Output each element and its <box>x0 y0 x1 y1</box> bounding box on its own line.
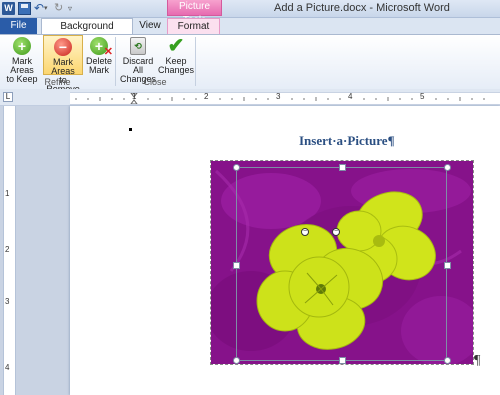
window-title: Add a Picture.docx - Microsoft Word <box>274 2 450 14</box>
button-label-line1: Mark Areas <box>10 56 34 75</box>
paragraph-mark-bullet <box>129 128 132 131</box>
resize-handle-bottom-left[interactable] <box>233 357 240 364</box>
remove-mark-icon[interactable]: − <box>332 228 340 236</box>
keep-changes-button[interactable]: ✔ Keep Changes <box>158 35 194 75</box>
minus-icon: − <box>54 38 72 56</box>
resize-handle-right[interactable] <box>444 262 451 269</box>
ruler-number: 1 <box>132 92 137 101</box>
resize-handle-left[interactable] <box>233 262 240 269</box>
plus-icon: + <box>13 37 31 55</box>
mark-areas-to-keep-button[interactable]: + Mark Areas to Keep <box>3 35 41 84</box>
ruler-number: 2 <box>5 245 10 254</box>
ruler-number: 5 <box>420 92 425 101</box>
remove-mark-icon[interactable]: − <box>301 228 309 236</box>
document-heading[interactable]: Insert·a·Picture¶ <box>299 133 395 149</box>
resize-handle-bottom[interactable] <box>339 357 346 364</box>
ruler-number: 3 <box>5 297 10 306</box>
tab-selector-button[interactable]: L <box>3 92 13 102</box>
redo-icon[interactable]: ↻ <box>54 2 67 15</box>
ruler-number: 3 <box>276 92 281 101</box>
ruler-number: 2 <box>204 92 209 101</box>
delete-x-icon: ✕ <box>103 46 113 58</box>
group-separator <box>195 37 196 86</box>
save-icon[interactable] <box>18 2 31 15</box>
picture-tools-label: Picture Tools <box>167 0 222 26</box>
tab-file[interactable]: File <box>0 18 37 34</box>
resize-handle-bottom-right[interactable] <box>444 357 451 364</box>
resize-handle-top-right[interactable] <box>444 164 451 171</box>
button-label-line2: Changes <box>158 65 195 75</box>
word-app-icon[interactable]: W <box>2 2 15 15</box>
button-label-line2: Mark <box>89 65 109 75</box>
discard-all-changes-button[interactable]: ⟲ Discard All Changes <box>118 35 158 84</box>
button-label-line1: Discard All <box>122 56 154 75</box>
discard-icon: ⟲ <box>130 37 146 55</box>
ruler-number: 4 <box>5 363 10 372</box>
button-label-line1: Mark Areas <box>51 57 75 76</box>
checkmark-icon: ✔ <box>167 35 185 57</box>
resize-handle-top-left[interactable] <box>233 164 240 171</box>
mark-areas-to-remove-button[interactable]: − Mark Areas to Remove <box>43 35 83 94</box>
resize-handle-top[interactable] <box>339 164 346 171</box>
ruler-number: 4 <box>348 92 353 101</box>
customize-quick-access-icon[interactable]: ▿ <box>68 2 81 15</box>
tab-view[interactable]: View <box>136 18 164 34</box>
paragraph-end-mark: ¶ <box>474 353 481 368</box>
delete-mark-icon: + ✕ <box>90 37 113 58</box>
group-label-refine: Refine <box>44 77 71 87</box>
group-label-close: Close <box>143 77 167 87</box>
tab-background-removal[interactable]: Background Removal <box>41 18 133 48</box>
ruler-number: 1 <box>5 189 10 198</box>
keep-area-selection-box[interactable] <box>236 167 447 361</box>
tab-format[interactable]: Format <box>167 18 220 34</box>
delete-mark-button[interactable]: + ✕ Delete Mark <box>85 35 113 75</box>
